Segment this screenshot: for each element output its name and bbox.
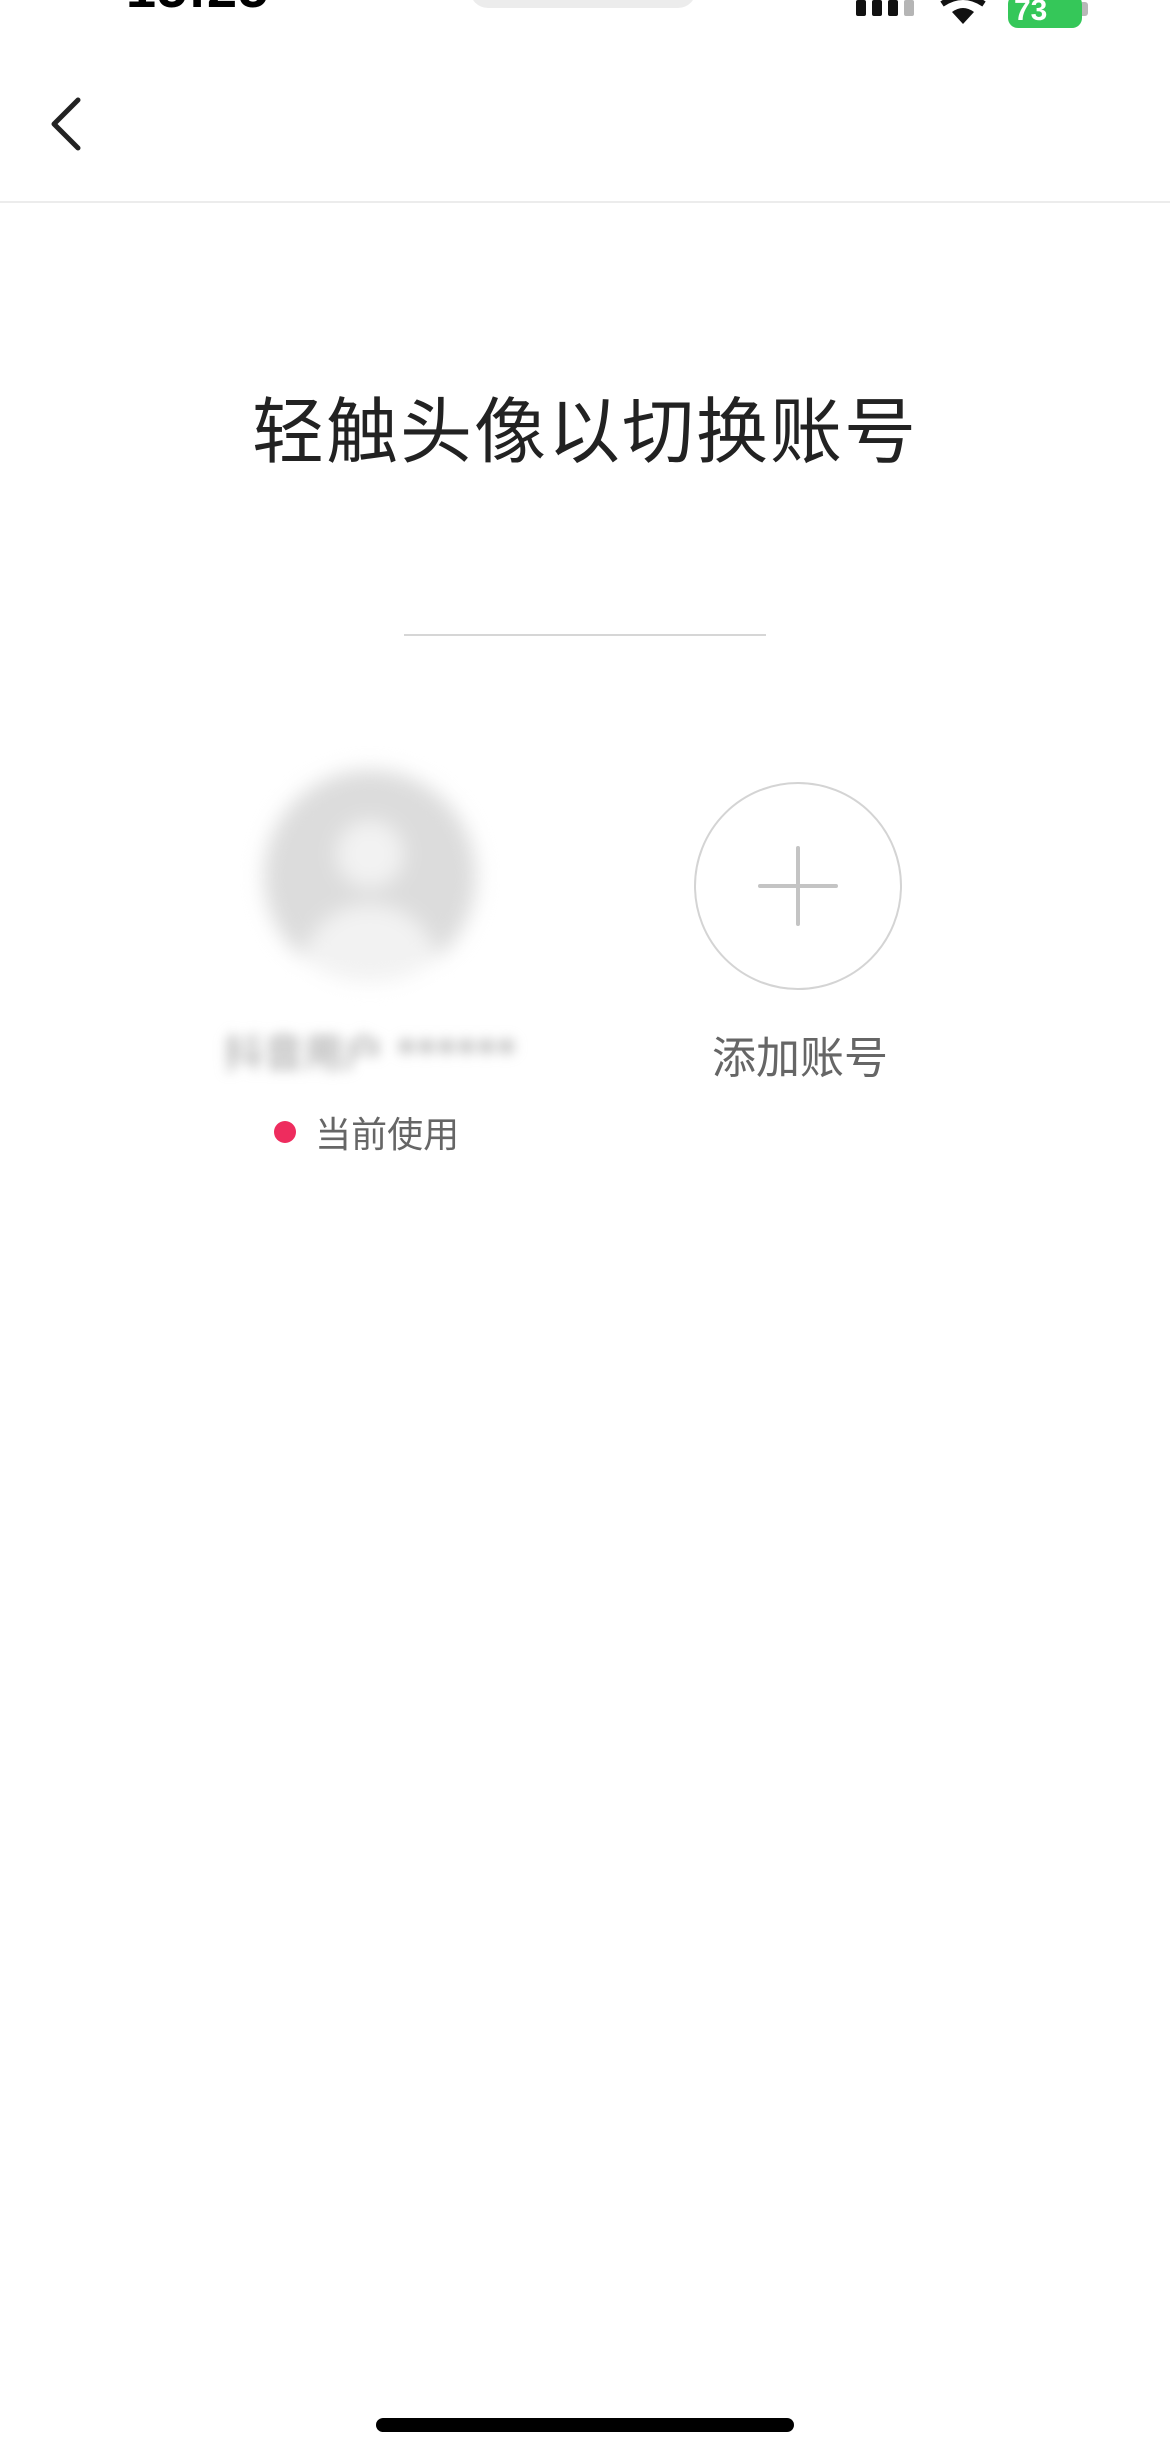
- dynamic-island: [470, 0, 696, 8]
- avatar-head-shape: [336, 820, 404, 888]
- add-account-button[interactable]: 添加账号: [650, 770, 950, 1100]
- avatar-body-shape: [300, 904, 440, 982]
- plus-icon: [758, 846, 838, 926]
- current-account-card[interactable]: 抖音用户 ****** 当前使用: [170, 770, 570, 1170]
- avatar[interactable]: [264, 770, 476, 982]
- current-status: 当前使用: [274, 1106, 459, 1166]
- chevron-left-icon: [51, 97, 81, 151]
- battery-cap: [1082, 2, 1088, 16]
- status-dot-icon: [274, 1121, 296, 1143]
- account-name: 抖音用户 ******: [223, 1031, 517, 1077]
- cellular-signal-icon: [856, 0, 914, 16]
- back-button[interactable]: [36, 92, 100, 156]
- battery-indicator: 73: [1008, 0, 1082, 28]
- current-status-label: 当前使用: [315, 1115, 460, 1156]
- page-title: 轻触头像以切换账号: [251, 390, 918, 474]
- home-indicator[interactable]: [376, 2418, 794, 2432]
- add-account-circle[interactable]: [694, 782, 902, 990]
- navigation-bar: [0, 40, 1170, 203]
- add-account-label: 添加账号: [712, 1033, 888, 1084]
- wifi-icon: [940, 0, 986, 24]
- status-bar: 15:25 73: [0, 0, 1170, 40]
- status-time: 15:25: [126, 0, 269, 16]
- title-divider: [404, 634, 766, 636]
